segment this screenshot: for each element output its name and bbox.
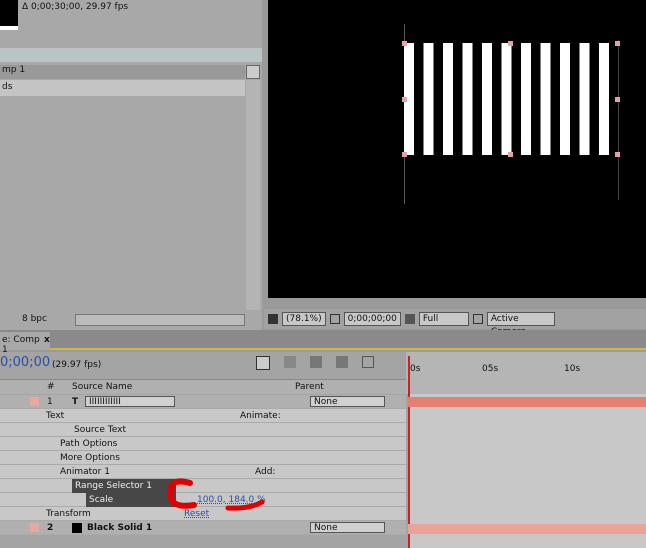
prop-animator[interactable]: Animator 1 — [60, 465, 110, 479]
ruler-tick: 10s — [564, 364, 581, 374]
solid-icon — [72, 523, 82, 533]
col-num: # — [47, 382, 55, 392]
handle[interactable] — [402, 97, 407, 102]
layer-row-2[interactable]: 2 Black Solid 1 None — [0, 521, 406, 535]
guide-line — [618, 40, 619, 200]
layer-name[interactable]: Black Solid 1 — [87, 521, 152, 535]
handle[interactable] — [615, 152, 620, 157]
hide-shy-icon[interactable] — [310, 356, 322, 368]
ruler-tick: 05s — [482, 364, 499, 374]
layer-num: 1 — [47, 397, 53, 407]
animate-button[interactable]: Animate: — [240, 409, 281, 423]
prop-transform[interactable]: Transform — [46, 507, 91, 521]
draft-3d-icon[interactable] — [284, 356, 296, 368]
timeline-tabbar: e: Comp 1 x — [0, 330, 646, 355]
bpc-button[interactable]: 8 bpc — [22, 314, 47, 324]
text-layer-stripes[interactable] — [404, 43, 618, 155]
layer-bar-1[interactable] — [408, 397, 646, 407]
handle[interactable] — [615, 97, 620, 102]
zoom-dropdown[interactable]: (78.1%) — [282, 312, 326, 326]
viewer-timecode[interactable]: 0;00;00;00 — [343, 312, 401, 326]
close-tab-icon[interactable]: x — [44, 335, 50, 345]
layer-name[interactable]: IIIIIIIIIIII — [85, 396, 175, 407]
ruler-tick: 0s — [410, 364, 421, 374]
motion-blur-icon[interactable] — [336, 356, 348, 368]
flowchart-icon[interactable] — [246, 65, 260, 79]
comp-duration: Δ 0;00;30;00, 29.97 fps — [22, 2, 129, 12]
fps-label: (29.97 fps) — [52, 360, 102, 370]
resolution-dropdown[interactable]: Full — [418, 312, 469, 326]
handle[interactable] — [402, 41, 407, 46]
col-source-name[interactable]: Source Name — [72, 382, 132, 392]
prop-source-text[interactable]: Source Text — [74, 423, 126, 437]
layer-row-1[interactable]: 1 T IIIIIIIIIIII None — [0, 395, 406, 409]
tab-comp[interactable]: e: Comp 1 — [0, 332, 50, 355]
thumbnail — [0, 0, 18, 30]
time-ruler[interactable]: 0s 05s 10s — [406, 352, 646, 394]
region-icon[interactable] — [472, 314, 483, 324]
current-time[interactable]: 0;00;00 — [0, 355, 50, 370]
prop-path-options[interactable]: Path Options — [60, 437, 117, 451]
project-panel: Δ 0;00;30;00, 29.97 fps mp 1 ds 8 bpc — [0, 0, 262, 330]
comp-mini-flowchart-icon[interactable] — [256, 356, 270, 370]
grid-icon[interactable] — [268, 314, 278, 324]
label-color[interactable] — [30, 523, 39, 532]
graph-editor-icon[interactable] — [362, 356, 374, 368]
project-item[interactable]: ds — [0, 80, 245, 96]
project-list-header[interactable]: mp 1 — [0, 65, 245, 79]
col-parent[interactable]: Parent — [295, 382, 324, 392]
handle[interactable] — [508, 41, 513, 46]
column-header: # Source Name Parent — [0, 379, 406, 394]
handle[interactable] — [615, 41, 620, 46]
handle[interactable] — [508, 152, 513, 157]
viewer-toolbar: (78.1%) 0;00;00;00 Full Active Camera — [264, 309, 646, 337]
layer-bar-2[interactable] — [408, 524, 646, 534]
layer-num: 2 — [47, 523, 54, 533]
parent-dropdown[interactable]: None — [310, 522, 385, 533]
title-safe-icon[interactable] — [329, 314, 340, 324]
divider — [0, 48, 262, 62]
parent-dropdown[interactable]: None — [310, 396, 385, 407]
horizontal-scrollbar[interactable] — [75, 314, 245, 326]
prop-text[interactable]: Text — [46, 409, 64, 423]
view-dropdown[interactable]: Active Camera — [486, 312, 555, 337]
scrollbar[interactable] — [246, 80, 260, 310]
timeline-switches — [256, 356, 396, 372]
prop-more-options[interactable]: More Options — [60, 451, 120, 465]
red-annotation — [166, 478, 265, 511]
label-color[interactable] — [30, 397, 39, 406]
handle[interactable] — [402, 152, 407, 157]
camera-icon[interactable] — [404, 314, 415, 324]
text-layer-icon: T — [72, 397, 79, 407]
playhead[interactable] — [408, 356, 410, 548]
